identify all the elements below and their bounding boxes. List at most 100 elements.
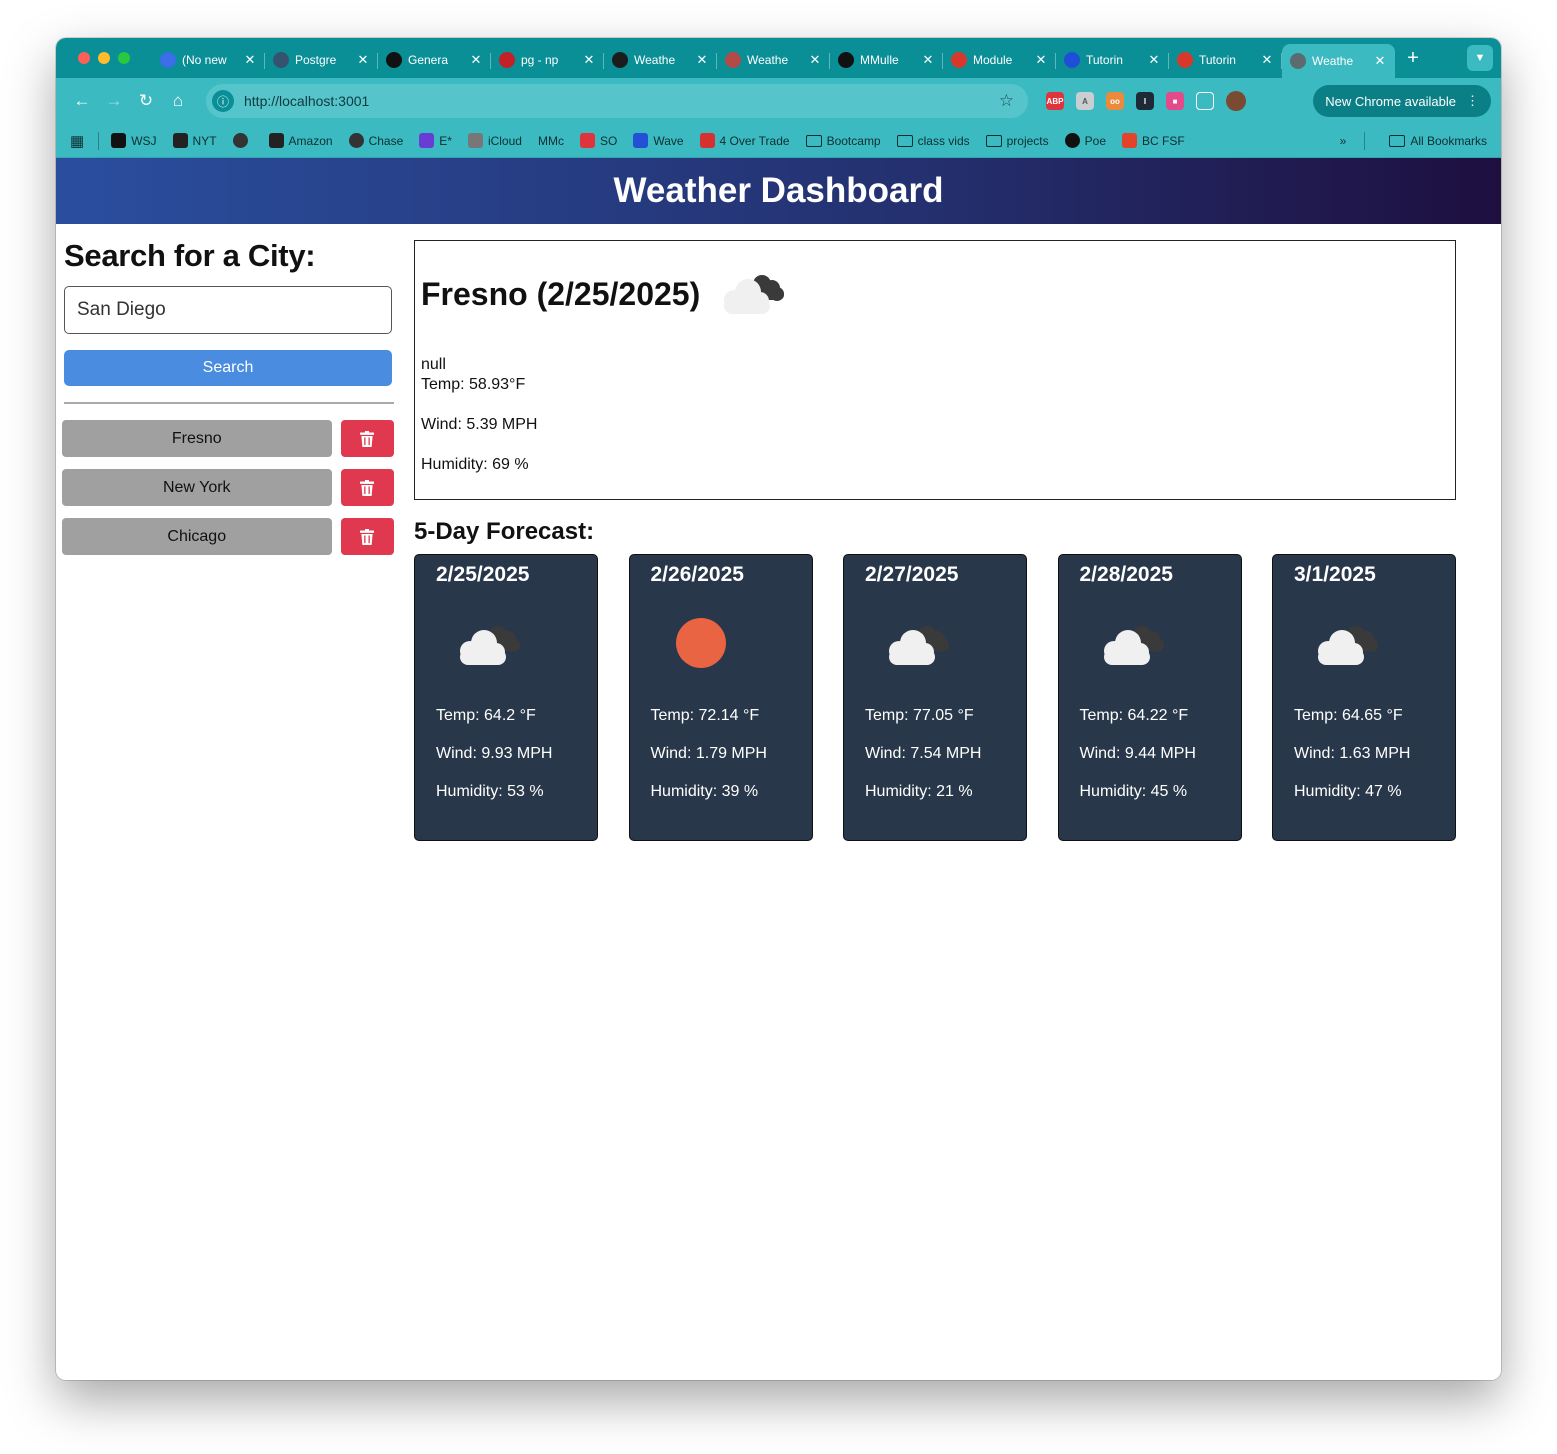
bookmarks-divider	[1364, 131, 1366, 150]
cloudy-icon	[714, 264, 790, 325]
bookmark-item[interactable]	[232, 133, 253, 148]
maximize-window-button[interactable]	[118, 52, 130, 64]
close-tab-icon[interactable]: ✕	[808, 52, 822, 68]
city-search-input[interactable]	[64, 286, 392, 334]
cloudy-icon	[1080, 587, 1220, 699]
bookmark-item[interactable]: NYT	[172, 133, 217, 148]
postgres-icon	[273, 52, 289, 68]
bookmark-label: WSJ	[131, 133, 157, 148]
close-tab-icon[interactable]: ✕	[582, 52, 596, 68]
close-tab-icon[interactable]: ✕	[1147, 52, 1161, 68]
bookmark-item[interactable]: projects	[985, 134, 1049, 148]
bookmark-item[interactable]: class vids	[896, 134, 970, 148]
close-tab-icon[interactable]: ✕	[1034, 52, 1048, 68]
bookmark-label: iCloud	[487, 133, 522, 148]
cloudy-icon	[436, 587, 576, 699]
site-info-icon[interactable]: ⓘ	[212, 90, 234, 112]
npm-icon	[499, 52, 515, 68]
extension-icon[interactable]: I	[1136, 92, 1154, 110]
close-tab-icon[interactable]: ✕	[921, 52, 935, 68]
extension-icon[interactable]: A	[1076, 92, 1094, 110]
extension-icon[interactable]: ■	[1166, 92, 1184, 110]
browser-tab[interactable]: Tutorin ✕	[1169, 45, 1282, 75]
browser-tab[interactable]: Postgre ✕	[265, 45, 378, 75]
tab-search-button[interactable]: ▼	[1467, 45, 1493, 71]
browser-tab[interactable]: Genera ✕	[378, 45, 491, 75]
history-city-button[interactable]: New York	[62, 469, 332, 506]
search-button[interactable]: Search	[64, 350, 392, 386]
reload-button[interactable]: ↻	[130, 85, 162, 117]
delete-city-button[interactable]	[340, 469, 394, 506]
bookmark-item[interactable]: iCloud	[467, 133, 522, 148]
extension-icon[interactable]: oo	[1106, 92, 1124, 110]
forecast-date: 2/26/2025	[650, 563, 744, 586]
etrade-icon	[419, 133, 435, 148]
forecast-date: 2/28/2025	[1079, 563, 1173, 586]
close-tab-icon[interactable]: ✕	[695, 52, 709, 68]
profile-avatar[interactable]	[1226, 91, 1246, 111]
minimize-window-button[interactable]	[98, 52, 110, 64]
bookmark-item[interactable]: Wave	[633, 133, 684, 148]
browser-tab[interactable]: Weathe ✕	[717, 45, 830, 75]
bookmark-star-icon[interactable]: ☆	[999, 91, 1014, 111]
back-button[interactable]: ←	[66, 85, 98, 117]
forecast-temp: Temp: 72.14 °F	[650, 707, 760, 724]
bookmark-label: SO	[599, 133, 618, 148]
history-city-button[interactable]: Fresno	[62, 420, 332, 457]
bookmark-item[interactable]: Chase	[348, 133, 404, 148]
delete-city-button[interactable]	[340, 518, 394, 555]
browser-tab[interactable]: (No new ✕	[152, 45, 265, 75]
weather-description: null	[421, 356, 446, 373]
adblock-icon[interactable]: ABP	[1046, 92, 1064, 110]
browser-tab[interactable]: MMulle ✕	[830, 45, 943, 75]
delete-city-button[interactable]	[340, 420, 394, 457]
current-temp: Temp: 58.93°F	[421, 376, 526, 393]
browser-tab[interactable]: Module ✕	[943, 45, 1056, 75]
bookmark-list: WSJ NYT Amazon Chase E* iCloud MMc SO Wave 4 Over…	[111, 133, 1201, 148]
url-text[interactable]: http://localhost:3001	[244, 93, 999, 109]
bookmark-item[interactable]: 4 Over Trade	[699, 133, 790, 148]
bookmark-item[interactable]: SO	[579, 133, 618, 148]
tab-title: Weathe	[1312, 54, 1354, 68]
bookmark-label: Amazon	[288, 133, 333, 148]
close-tab-icon[interactable]: ✕	[1260, 52, 1274, 68]
new-tab-button[interactable]: +	[1395, 47, 1431, 70]
extensions-puzzle-icon[interactable]	[1196, 92, 1214, 110]
bookmarks-overflow: » All Bookmarks	[1340, 131, 1487, 150]
close-tab-icon[interactable]: ✕	[469, 52, 483, 68]
close-tab-icon[interactable]: ✕	[356, 52, 370, 68]
browser-tab[interactable]: pg - np ✕	[491, 45, 604, 75]
bookmark-item[interactable]: E*	[419, 133, 452, 148]
close-tab-icon[interactable]: ✕	[1373, 53, 1387, 69]
close-tab-icon[interactable]: ✕	[243, 52, 257, 68]
browser-tab[interactable]: Tutorin ✕	[1056, 45, 1169, 75]
bookmark-item[interactable]: Amazon	[268, 133, 333, 148]
bookmark-item[interactable]: BC FSF	[1122, 133, 1185, 148]
bookmark-item[interactable]: Bootcamp	[805, 134, 881, 148]
bookmark-label: E*	[439, 133, 452, 148]
bookmark-label: Chase	[368, 133, 404, 148]
trash-icon	[360, 479, 375, 496]
cloudy-icon	[1294, 587, 1434, 699]
more-menu-icon[interactable]: ⋮	[1466, 93, 1479, 109]
browser-tab[interactable]: Weathe ✕	[1282, 44, 1395, 78]
chrome-update-button[interactable]: New Chrome available ⋮	[1313, 85, 1491, 117]
forecast-temp: Temp: 64.2 °F	[436, 707, 536, 724]
browser-toolbar: ← → ↻ ⌂ ⓘ http://localhost:3001 ☆ ABP A …	[56, 78, 1501, 124]
address-bar[interactable]: ⓘ http://localhost:3001 ☆	[206, 84, 1028, 118]
bookmark-item[interactable]: Poe	[1064, 133, 1106, 148]
close-window-button[interactable]	[78, 52, 90, 64]
browser-tab[interactable]: Weathe ✕	[604, 45, 717, 75]
history-city-button[interactable]: Chicago	[62, 518, 332, 555]
more-bookmarks-icon[interactable]: »	[1340, 134, 1347, 148]
search-heading: Search for a City:	[64, 238, 316, 273]
bookmark-label: Wave	[653, 133, 684, 148]
apps-grid-icon[interactable]: ▦	[70, 132, 84, 150]
bookmark-item[interactable]: WSJ	[111, 133, 157, 148]
tab-strip: (No new ✕ Postgre ✕ Genera ✕ pg - np ✕ Weathe ✕ We…	[56, 38, 1501, 78]
forward-button[interactable]: →	[98, 85, 130, 117]
home-button[interactable]: ⌂	[162, 85, 194, 117]
bookmark-item[interactable]: MMc	[538, 134, 564, 148]
tab-title: Weathe	[747, 53, 789, 67]
all-bookmarks-folder[interactable]: All Bookmarks	[1389, 134, 1487, 148]
